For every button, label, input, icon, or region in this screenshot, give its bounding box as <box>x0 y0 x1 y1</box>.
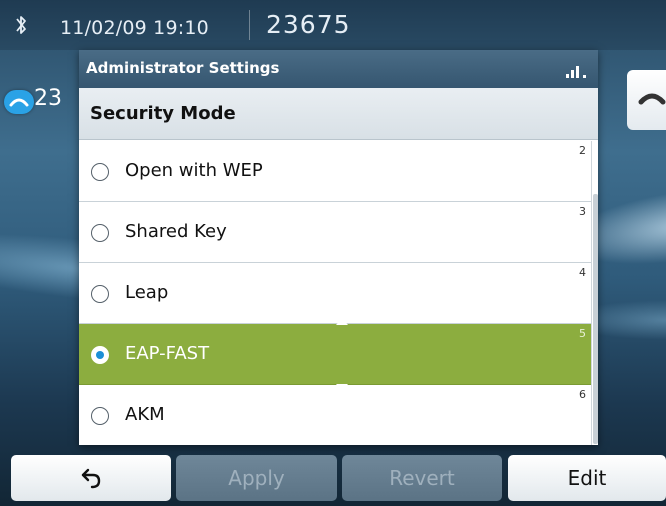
scrollbar-thumb[interactable] <box>593 194 598 444</box>
page-title: Security Mode <box>90 103 236 124</box>
handset-icon[interactable] <box>627 70 666 130</box>
radio-button[interactable] <box>91 285 109 303</box>
list-item-number: 4 <box>579 266 586 279</box>
list-item-eap-fast[interactable]: EAP-FAST 5 <box>79 318 591 391</box>
list-item-number: 2 <box>579 144 586 157</box>
list-item-label: Open with WEP <box>125 160 263 181</box>
security-mode-list: Open with WEP 2 Shared Key 3 Leap 4 EAP-… <box>79 141 598 445</box>
radio-button[interactable] <box>91 407 109 425</box>
list-item-label: EAP-FAST <box>125 343 210 364</box>
dialog-titlebar: Administrator Settings <box>79 50 598 88</box>
phone-screen: 11/02/09 19:10 23675 23 Administrator Se… <box>0 0 666 506</box>
list-item-label: AKM <box>125 404 165 425</box>
scrollbar[interactable] <box>591 141 598 445</box>
status-bar: 11/02/09 19:10 23675 <box>0 0 666 50</box>
call-line-icon[interactable] <box>4 90 34 114</box>
back-button[interactable] <box>11 455 171 501</box>
back-arrow-icon <box>81 468 101 489</box>
list-item-number: 5 <box>579 327 586 340</box>
bluetooth-icon <box>16 16 26 34</box>
list-item-open-with-wep[interactable]: Open with WEP 2 <box>79 141 591 202</box>
dialog-title: Administrator Settings <box>86 59 280 77</box>
list-item-number: 3 <box>579 205 586 218</box>
signal-strength-icon <box>566 66 586 78</box>
phone-line-number: 23675 <box>266 10 351 39</box>
line-label[interactable]: 23 <box>34 86 62 111</box>
softkey-bar: Apply Revert Edit <box>0 455 666 506</box>
security-mode-header: Security Mode <box>79 88 598 140</box>
list-item-label: Leap <box>125 282 169 303</box>
radio-button-selected[interactable] <box>91 346 109 364</box>
list-item-akm[interactable]: AKM 6 <box>79 385 591 445</box>
radio-dot <box>95 350 104 359</box>
radio-button[interactable] <box>91 224 109 242</box>
status-divider <box>249 10 250 40</box>
list-item-label: Shared Key <box>125 221 227 242</box>
apply-button[interactable]: Apply <box>176 455 337 501</box>
edit-button[interactable]: Edit <box>508 455 666 501</box>
revert-button[interactable]: Revert <box>342 455 502 501</box>
list-item-leap[interactable]: Leap 4 <box>79 263 591 324</box>
date-time: 11/02/09 19:10 <box>60 17 209 39</box>
radio-button[interactable] <box>91 163 109 181</box>
list-item-shared-key[interactable]: Shared Key 3 <box>79 202 591 263</box>
scroll-up-icon <box>336 318 348 325</box>
admin-settings-dialog: Administrator Settings Security Mode Ope… <box>79 50 598 445</box>
list-item-number: 6 <box>579 388 586 401</box>
